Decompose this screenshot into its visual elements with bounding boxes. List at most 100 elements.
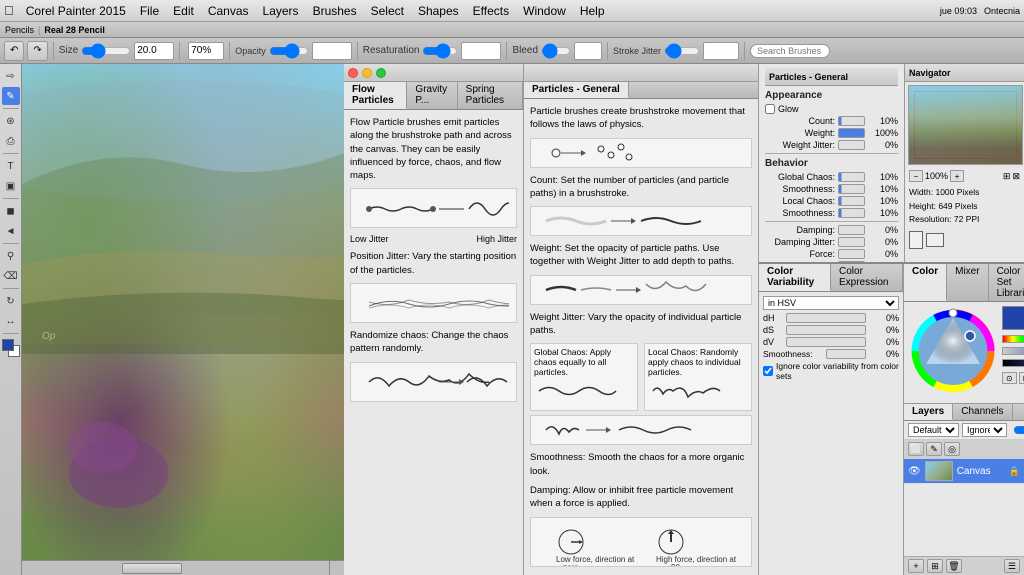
local-chaos-track[interactable]: [838, 196, 865, 206]
glow-checkbox[interactable]: [765, 104, 775, 114]
tool-mirror[interactable]: ↔: [2, 312, 20, 330]
canvas-layer-row[interactable]: 👁 Canvas 🔒: [904, 459, 1024, 484]
zoom-in-button[interactable]: +: [950, 170, 964, 182]
dv-track[interactable]: [786, 337, 866, 347]
tab-spring-particles[interactable]: Spring Particles: [458, 82, 523, 109]
global-chaos-track[interactable]: [838, 172, 865, 182]
tool-crop[interactable]: ⎙: [2, 132, 20, 150]
preserve-select[interactable]: Ignore: [962, 423, 1007, 437]
foreground-color-swatch[interactable]: [2, 339, 14, 351]
menu-file[interactable]: File: [134, 2, 165, 20]
color-mode-btn1[interactable]: ⊙: [1002, 372, 1017, 384]
tab-layers[interactable]: Layers: [904, 404, 953, 420]
layer-visibility-icon[interactable]: 👁: [908, 466, 921, 477]
tool-fill[interactable]: ◼: [2, 202, 20, 220]
color-mode-btn2[interactable]: ⊞: [1019, 372, 1024, 384]
layer-opacity-slider[interactable]: [1013, 425, 1024, 435]
menu-layers[interactable]: Layers: [257, 2, 305, 20]
canvas-horizontal-scrollbar[interactable]: [22, 560, 329, 575]
count-desc: Count: Set the number of particles (and …: [530, 174, 752, 201]
hsv-select[interactable]: in HSV: [763, 296, 899, 310]
s-slider[interactable]: [1002, 347, 1024, 355]
menu-window[interactable]: Window: [517, 2, 572, 20]
landscape-icon[interactable]: [926, 233, 944, 247]
smoothness2-track[interactable]: [838, 208, 865, 218]
bleed-value[interactable]: 5%: [574, 42, 602, 60]
v-slider[interactable]: [1002, 359, 1024, 367]
damping-track[interactable]: [838, 225, 865, 235]
damping-label: Damping:: [765, 225, 835, 235]
tool-pan[interactable]: ⌫: [2, 267, 20, 285]
pick-up-color-btn[interactable]: ✎: [926, 442, 942, 456]
menu-brushes[interactable]: Brushes: [307, 2, 363, 20]
weight-slider-track[interactable]: [838, 128, 865, 138]
menu-shapes[interactable]: Shapes: [412, 2, 465, 20]
weight-jitter-track[interactable]: [838, 140, 865, 150]
direction-track[interactable]: [838, 261, 865, 262]
flow-panel-close[interactable]: [348, 68, 358, 78]
delete-layer-button[interactable]: 🗑: [946, 559, 962, 573]
flow-panel-maximize[interactable]: [376, 68, 386, 78]
force-track[interactable]: [838, 249, 865, 259]
size-slider[interactable]: [81, 45, 131, 57]
tab-color-expression[interactable]: Color Expression: [831, 264, 903, 291]
h-slider[interactable]: [1002, 335, 1024, 343]
tab-mixer[interactable]: Mixer: [947, 264, 988, 301]
tab-color-set[interactable]: Color Set Libraries: [989, 264, 1024, 301]
bleed-slider[interactable]: [541, 45, 571, 57]
new-layer-button[interactable]: +: [908, 559, 924, 573]
canvas-scrollbar-thumb[interactable]: [122, 563, 182, 574]
search-brushes-input[interactable]: [750, 44, 830, 58]
blend-mode-select[interactable]: Default: [908, 423, 959, 437]
dh-track[interactable]: [786, 313, 866, 323]
tool-shape[interactable]: ▣: [2, 177, 20, 195]
menu-corel[interactable]: Corel Painter 2015: [20, 2, 132, 20]
new-group-button[interactable]: ⊞: [927, 559, 943, 573]
tool-zoom[interactable]: ⚲: [2, 247, 20, 265]
menu-effects[interactable]: Effects: [467, 2, 515, 20]
active-color-swatch[interactable]: [1002, 306, 1024, 330]
stroke-jitter-slider[interactable]: [664, 45, 700, 57]
zoom-value[interactable]: 70%: [188, 42, 224, 60]
color-wheel-svg[interactable]: [908, 306, 998, 396]
tool-rotate[interactable]: ↻: [2, 292, 20, 310]
stroke-jitter-value[interactable]: 8.00: [703, 42, 739, 60]
menu-select[interactable]: Select: [365, 2, 410, 20]
nav-icon2[interactable]: ⊠: [1012, 171, 1020, 182]
tab-channels[interactable]: Channels: [953, 404, 1012, 420]
ignore-cv-checkbox[interactable]: [763, 366, 773, 376]
opacity-slider[interactable]: [269, 45, 309, 57]
tool-eyedropper[interactable]: ◄: [2, 222, 20, 240]
tab-gravity-particles[interactable]: Gravity P...: [407, 82, 457, 109]
opacity-value[interactable]: 65%: [312, 42, 352, 60]
cv-smoothness-track[interactable]: [826, 349, 866, 359]
preserve-transparency-btn[interactable]: ⬜: [908, 442, 924, 456]
count-slider-track[interactable]: [838, 116, 865, 126]
size-value[interactable]: 20.0: [134, 42, 174, 60]
menu-help[interactable]: Help: [574, 2, 611, 20]
menu-canvas[interactable]: Canvas: [202, 2, 255, 20]
tab-color-variability[interactable]: Color Variability: [759, 264, 831, 291]
undo-button[interactable]: ↶: [4, 41, 24, 61]
gel-btn[interactable]: ◎: [944, 442, 960, 456]
tool-brush[interactable]: ✎: [2, 87, 20, 105]
portrait-icon[interactable]: [909, 231, 923, 249]
redo-button[interactable]: ↷: [27, 41, 47, 61]
tool-transform[interactable]: ⊛: [2, 112, 20, 130]
tool-text[interactable]: T: [2, 157, 20, 175]
layer-menu-button[interactable]: ☰: [1004, 559, 1020, 573]
damping-jitter-track[interactable]: [838, 237, 865, 247]
main-area: ⇨ ✎ ⊛ ⎙ T ▣ ◼ ◄ ⚲ ⌫ ↻ ↔ 1.jpg @ 100%: [0, 64, 1024, 575]
resaturation-value[interactable]: 65%: [461, 42, 501, 60]
nav-icon1[interactable]: ⊞: [1003, 171, 1011, 182]
tab-color[interactable]: Color: [904, 264, 947, 301]
zoom-out-button[interactable]: −: [909, 170, 923, 182]
resaturation-slider[interactable]: [422, 45, 458, 57]
tool-selection[interactable]: ⇨: [2, 67, 20, 85]
flow-panel-minimize[interactable]: [362, 68, 372, 78]
menu-edit[interactable]: Edit: [167, 2, 200, 20]
tab-flow-particles[interactable]: Flow Particles: [344, 82, 407, 109]
smoothness-track[interactable]: [838, 184, 865, 194]
tab-particles-general[interactable]: Particles - General: [524, 82, 629, 98]
ds-track[interactable]: [786, 325, 866, 335]
